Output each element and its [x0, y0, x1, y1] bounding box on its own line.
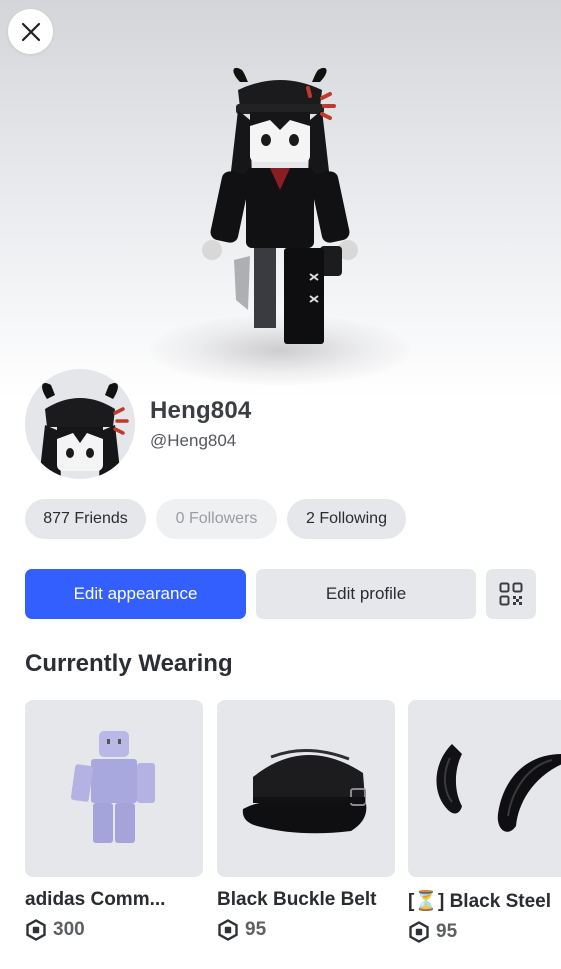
item-thumbnail [217, 700, 395, 877]
section-title: Currently Wearing [25, 650, 233, 677]
item-price: 300 [25, 919, 203, 941]
wearing-item[interactable]: Black Buckle Belt 95 [217, 700, 395, 941]
robux-icon [218, 919, 238, 941]
item-name: adidas Comm... [25, 889, 166, 910]
avatar-3d-figure-icon [202, 67, 358, 344]
blocky-body-icon [70, 730, 155, 843]
following-pill[interactable]: 2 Following [287, 499, 406, 539]
edit-profile-button[interactable]: Edit profile [256, 569, 476, 619]
followers-count-label: 0 Followers [175, 510, 258, 527]
qr-code-icon [499, 582, 523, 606]
black-cap-icon [242, 748, 367, 833]
followers-pill[interactable]: 0 Followers [156, 499, 277, 539]
wearing-item[interactable]: adidas Comm... 300 [25, 700, 203, 941]
item-name: [⏳] Black Steel [408, 891, 551, 912]
friends-pill[interactable]: 877 Friends [25, 499, 146, 539]
wearing-item[interactable]: [⏳] Black Steel 95 [408, 700, 561, 943]
edit-profile-label: Edit profile [325, 584, 407, 603]
item-price-value: 95 [436, 921, 458, 942]
robux-icon [26, 919, 46, 941]
item-name: Black Buckle Belt [217, 889, 377, 910]
item-price-value: 95 [245, 919, 267, 940]
avatar-viewer [0, 0, 561, 400]
avatar-headshot [25, 369, 135, 479]
item-thumbnail [25, 700, 203, 877]
item-price-value: 300 [53, 919, 85, 940]
qr-code-button[interactable] [486, 569, 536, 619]
username: @Heng804 [150, 431, 237, 450]
item-thumbnail [408, 700, 561, 877]
close-icon [21, 22, 40, 41]
edit-appearance-button[interactable]: Edit appearance [25, 569, 246, 619]
black-horns-icon [436, 743, 561, 832]
edit-appearance-label: Edit appearance [73, 584, 198, 603]
display-name: Heng804 [150, 397, 252, 424]
avatar-headshot-icon [39, 382, 129, 479]
item-price: 95 [408, 921, 561, 943]
friends-count-label: 877 Friends [43, 510, 128, 527]
robux-icon [409, 921, 429, 943]
following-count-label: 2 Following [306, 510, 387, 527]
close-button[interactable] [8, 9, 53, 54]
item-price: 95 [217, 919, 395, 941]
